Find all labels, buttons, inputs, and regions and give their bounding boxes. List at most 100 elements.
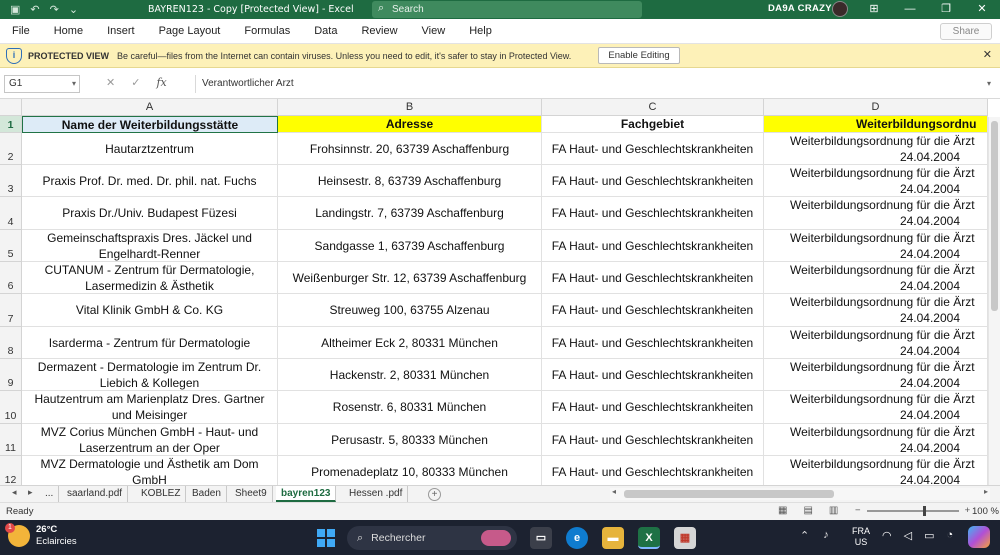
copilot-icon[interactable]: [968, 526, 990, 548]
table-cell-address[interactable]: Altheimer Eck 2, 80331 München: [278, 327, 542, 359]
tab-home[interactable]: Home: [42, 25, 95, 37]
tab-baden[interactable]: Baden: [187, 486, 227, 502]
zoom-level[interactable]: 100 %: [972, 506, 999, 517]
table-cell-address[interactable]: Heinsestr. 8, 63739 Aschaffenburg: [278, 165, 542, 197]
table-cell-address[interactable]: Weißenburger Str. 12, 63739 Aschaffenbur…: [278, 262, 542, 294]
close-icon[interactable]: ✕: [964, 0, 1000, 19]
excel-app-icon[interactable]: X: [638, 527, 660, 549]
user-name[interactable]: DA9A CRAZY: [768, 3, 832, 14]
table-cell-address[interactable]: Landingstr. 7, 63739 Aschaffenburg: [278, 197, 542, 230]
row-header[interactable]: 1: [0, 116, 22, 133]
table-cell-name[interactable]: Isarderma - Zentrum für Dermatologie: [22, 327, 278, 359]
taskbar-search[interactable]: ⌕ Rechercher: [347, 526, 517, 550]
cancel-icon[interactable]: ✕: [106, 76, 115, 89]
row-header[interactable]: 4: [0, 197, 22, 230]
scroll-right-icon[interactable]: ▸: [28, 487, 33, 498]
zoom-out-icon[interactable]: −: [855, 505, 861, 516]
horizontal-scrollbar[interactable]: ◂ ▸: [610, 487, 990, 500]
table-cell-regulation[interactable]: Weiterbildungsordnung für die Ärzt 24.04.…: [764, 262, 988, 294]
column-header-b[interactable]: B: [278, 99, 542, 116]
tab-view[interactable]: View: [410, 25, 458, 37]
share-button[interactable]: Share: [940, 23, 992, 40]
table-cell-field[interactable]: FA Haut- und Geschlechtskrankheiten: [542, 327, 764, 359]
edge-browser-icon[interactable]: e: [566, 527, 588, 549]
table-cell-name[interactable]: Hautarztzentrum: [22, 133, 278, 165]
select-all-corner[interactable]: [0, 99, 22, 116]
row-header[interactable]: 3: [0, 165, 22, 197]
column-header-c[interactable]: C: [542, 99, 764, 116]
insert-function-icon[interactable]: fx: [156, 76, 166, 89]
table-cell-regulation[interactable]: Weiterbildungsordnung für die Ärzt 24.04.…: [764, 294, 988, 327]
zoom-track[interactable]: [866, 505, 959, 516]
chevron-up-icon[interactable]: ⌃: [800, 529, 809, 542]
scroll-left-icon[interactable]: ◂: [612, 487, 616, 496]
notifications-icon[interactable]: ◔: [946, 529, 953, 542]
table-cell-name[interactable]: Praxis Dr./Univ. Budapest Füzesi: [22, 197, 278, 230]
task-view-icon[interactable]: ▭: [530, 527, 552, 549]
table-cell-name[interactable]: Gemeinschaftspraxis Dres. Jäckel und Eng…: [22, 230, 278, 262]
normal-view-icon[interactable]: ▦: [778, 505, 787, 516]
battery-icon[interactable]: ▭: [924, 529, 934, 542]
table-cell-field[interactable]: FA Haut- und Geschlechtskrankheiten: [542, 133, 764, 165]
page-break-view-icon[interactable]: ▥: [829, 505, 838, 516]
row-header[interactable]: 12: [0, 456, 22, 485]
tab-more-sheets[interactable]: ...: [40, 486, 60, 502]
table-cell-address[interactable]: Streuweg 100, 63755 Alzenau: [278, 294, 542, 327]
name-box[interactable]: G1 ▾: [4, 75, 80, 93]
table-cell-field[interactable]: FA Haut- und Geschlechtskrankheiten: [542, 262, 764, 294]
scroll-left-icon[interactable]: ◂: [12, 487, 17, 498]
table-cell-regulation[interactable]: Weiterbildungsordnung für die Ärzt 24.04.…: [764, 327, 988, 359]
minimize-icon[interactable]: —: [892, 0, 928, 19]
table-cell-regulation[interactable]: Weiterbildungsordnung für die Ärzt 24.04.…: [764, 456, 988, 485]
volume-icon[interactable]: ◁: [904, 529, 912, 542]
save-icon[interactable]: ▣: [10, 3, 20, 16]
table-cell-address[interactable]: Rosenstr. 6, 80331 München: [278, 391, 542, 424]
redo-icon[interactable]: ↷: [50, 3, 59, 16]
table-cell-regulation[interactable]: Weiterbildungsordnung für die Ärzt 24.04.…: [764, 133, 988, 165]
row-header[interactable]: 7: [0, 294, 22, 327]
row-header[interactable]: 11: [0, 424, 22, 456]
tab-hessen[interactable]: Hessen .pdf: [344, 486, 409, 502]
table-cell-regulation[interactable]: Weiterbildungsordnung für die Ärzt 24.04.…: [764, 424, 988, 456]
formula-input[interactable]: Verantwortlicher Arzt ▾: [195, 75, 995, 93]
table-cell-name[interactable]: Dermazent - Dermatologie im Zentrum Dr. …: [22, 359, 278, 391]
vertical-scrollbar[interactable]: [988, 117, 1000, 485]
table-cell-name[interactable]: MVZ Corius München GmbH - Haut- und Lase…: [22, 424, 278, 456]
table-cell-field[interactable]: FA Haut- und Geschlechtskrankheiten: [542, 230, 764, 262]
table-cell-regulation[interactable]: Weiterbildungsordnung für die Ärzt 24.04.…: [764, 359, 988, 391]
row-header[interactable]: 9: [0, 359, 22, 391]
table-cell-field[interactable]: FA Haut- und Geschlechtskrankheiten: [542, 359, 764, 391]
store-app-icon[interactable]: ▦: [674, 527, 696, 549]
close-icon[interactable]: ✕: [983, 48, 992, 61]
chevron-down-icon[interactable]: ▾: [72, 76, 76, 92]
header-cell-name[interactable]: Name der Weiterbildungsstätte: [22, 116, 278, 133]
add-sheet-icon[interactable]: +: [428, 488, 441, 501]
scroll-right-icon[interactable]: ▸: [984, 487, 988, 496]
tab-bayren123[interactable]: bayren123: [276, 486, 337, 502]
ribbon-display-icon[interactable]: ⊞: [856, 0, 892, 19]
enable-editing-button[interactable]: Enable Editing: [598, 47, 680, 64]
table-cell-address[interactable]: Promenadeplatz 10, 80333 München: [278, 456, 542, 485]
table-cell-name[interactable]: Praxis Prof. Dr. med. Dr. phil. nat. Fuc…: [22, 165, 278, 197]
microphone-icon[interactable]: ♪: [823, 529, 829, 542]
tab-insert[interactable]: Insert: [95, 25, 147, 37]
tab-help[interactable]: Help: [457, 25, 504, 37]
tab-page-layout[interactable]: Page Layout: [147, 25, 233, 37]
table-cell-name[interactable]: CUTANUM - Zentrum für Dermatologie, Lase…: [22, 262, 278, 294]
header-cell-address[interactable]: Adresse: [278, 116, 542, 133]
tab-review[interactable]: Review: [349, 25, 409, 37]
customize-icon[interactable]: ⌄: [69, 3, 78, 16]
undo-icon[interactable]: ↶: [30, 3, 39, 16]
tab-file[interactable]: File: [0, 25, 42, 37]
tab-formulas[interactable]: Formulas: [232, 25, 302, 37]
table-cell-regulation[interactable]: Weiterbildungsordnung für die Ärzt 24.04.…: [764, 165, 988, 197]
header-cell-regulation[interactable]: Weiterbildungsordnu: [764, 116, 988, 133]
tab-koblez[interactable]: KOBLEZ: [136, 486, 187, 502]
table-cell-address[interactable]: Sandgasse 1, 63739 Aschaffenburg: [278, 230, 542, 262]
row-header[interactable]: 6: [0, 262, 22, 294]
title-search-box[interactable]: ⌕ Search: [372, 1, 642, 18]
table-cell-name[interactable]: MVZ Dermatologie und Ästhetik am Dom Gmb…: [22, 456, 278, 485]
scroll-thumb[interactable]: [624, 490, 834, 498]
header-cell-field[interactable]: Fachgebiet: [542, 116, 764, 133]
table-cell-field[interactable]: FA Haut- und Geschlechtskrankheiten: [542, 424, 764, 456]
